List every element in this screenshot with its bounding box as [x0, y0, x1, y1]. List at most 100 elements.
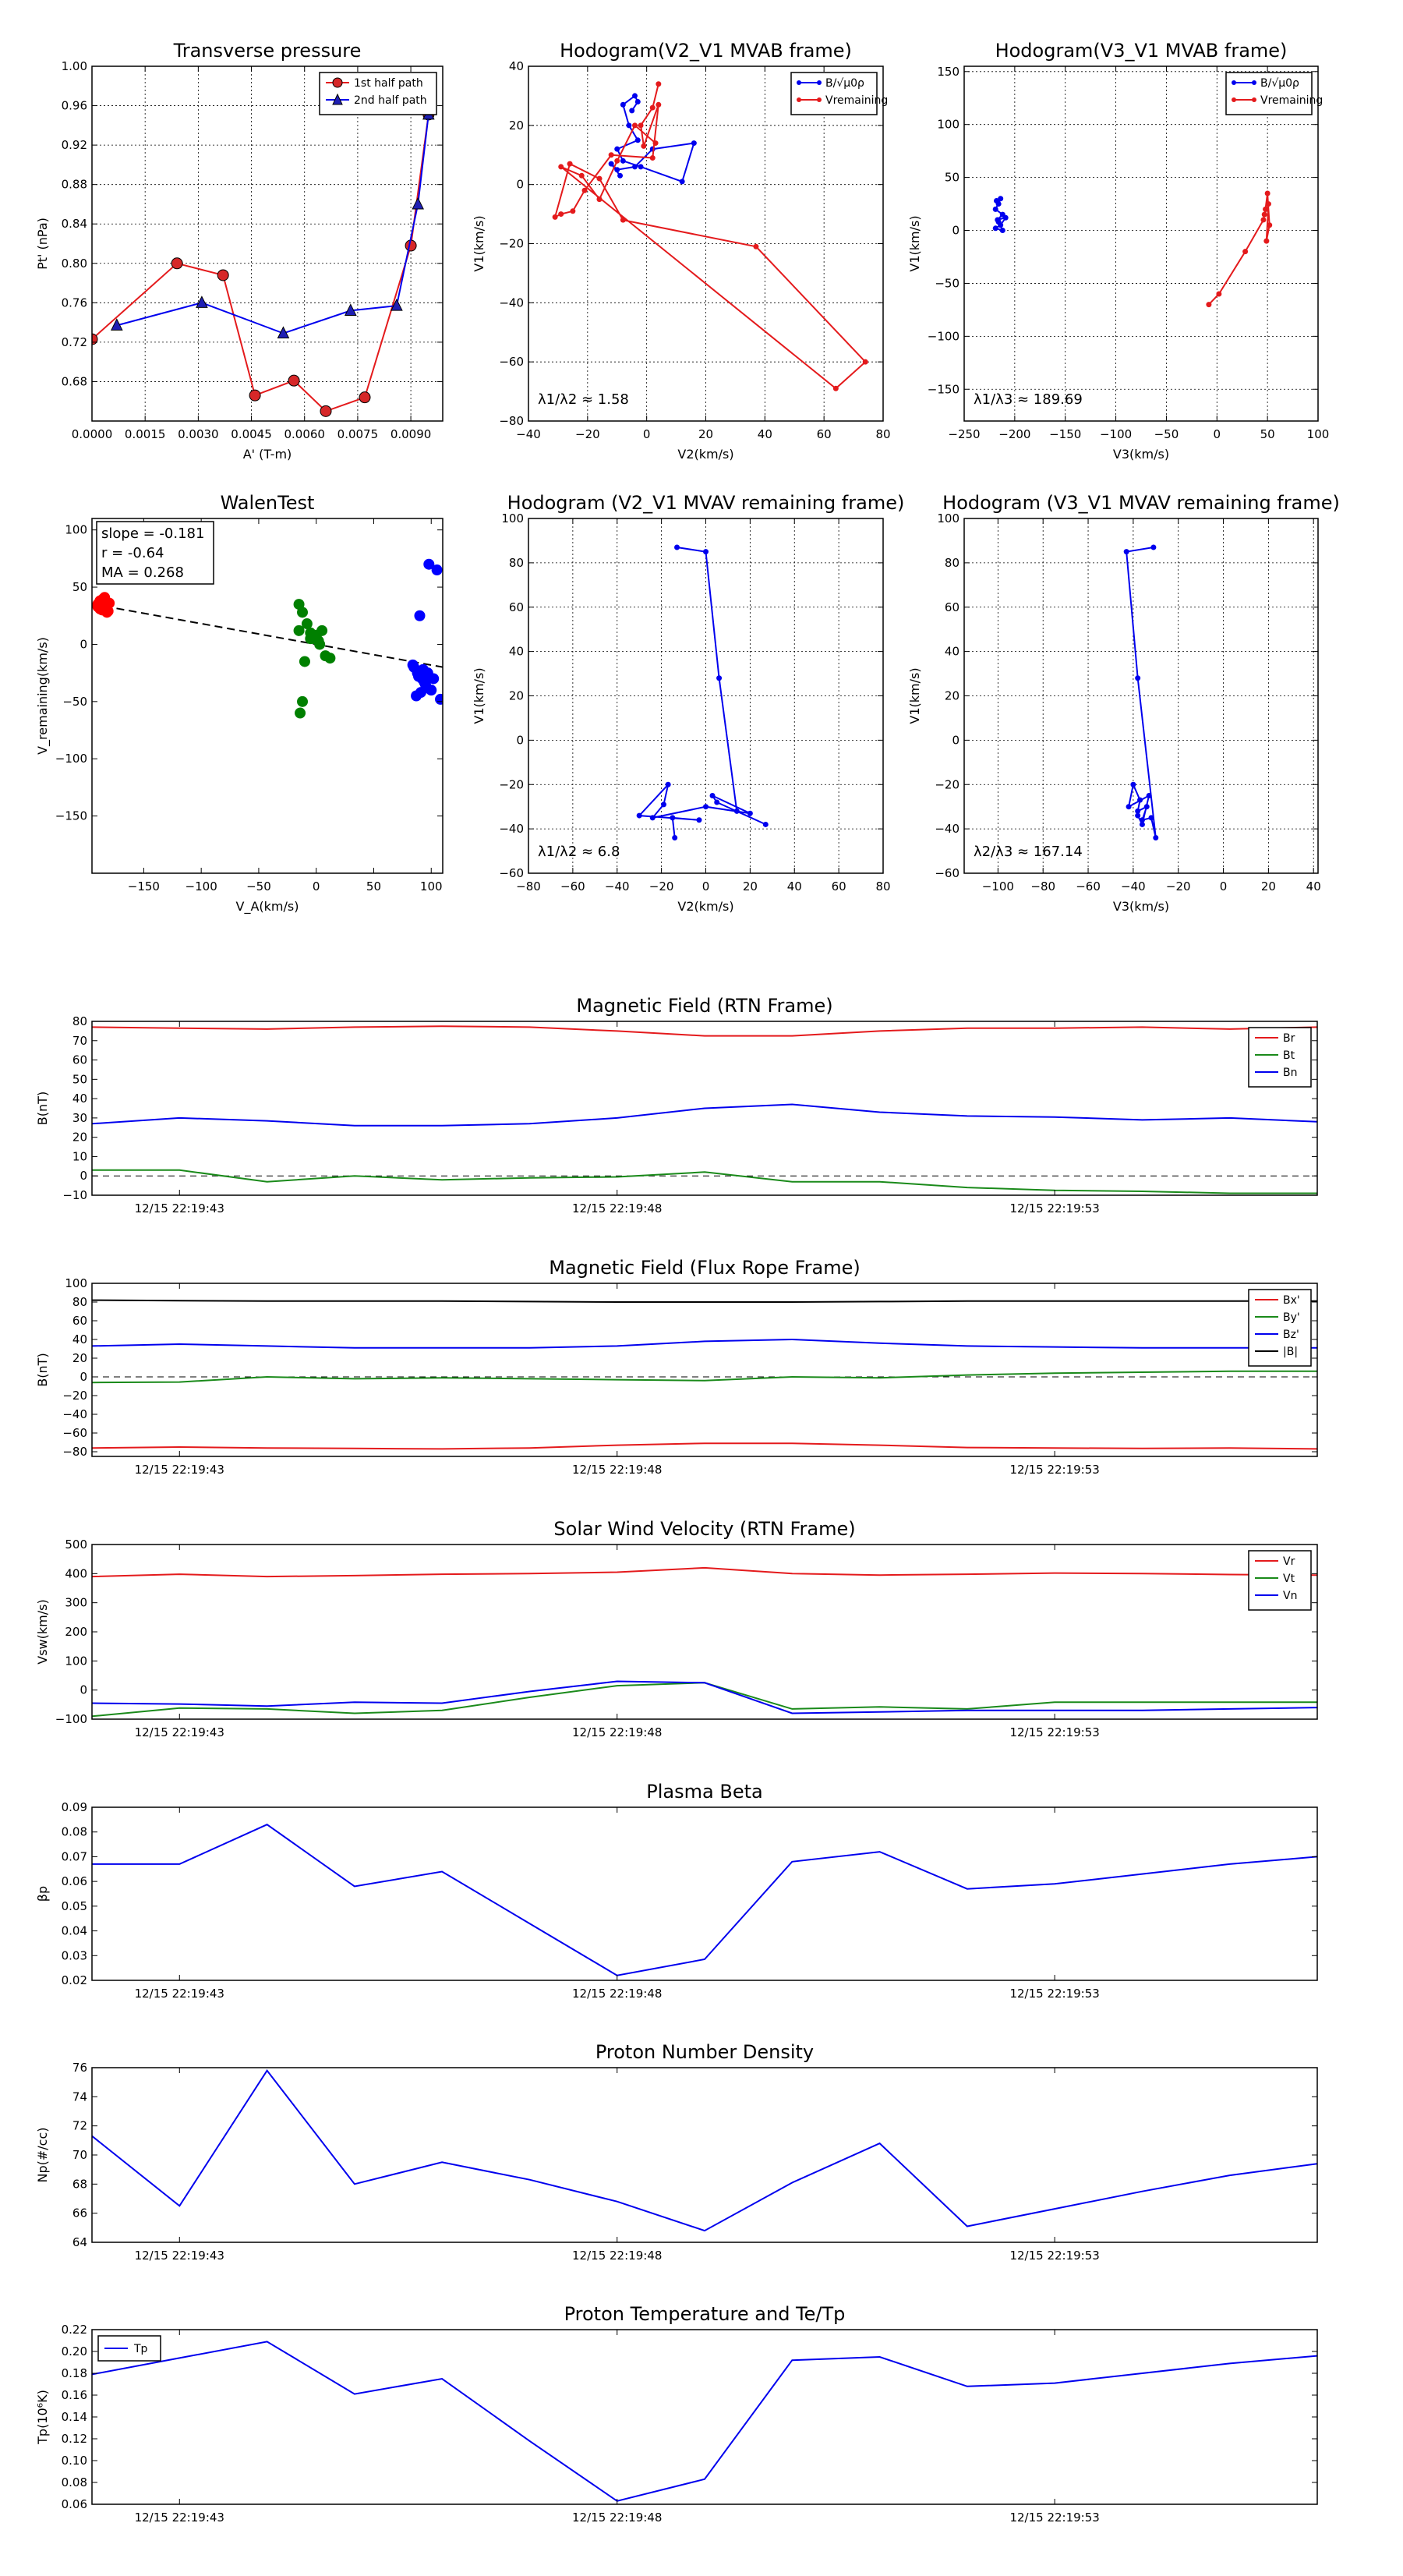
chart-vsw: 12/15 22:19:43 12/15 22:19:48 12/15 22:19:…: [35, 1518, 1318, 1739]
chart-title: Solar Wind Velocity (RTN Frame): [553, 1518, 855, 1540]
y-tick-label: −60: [499, 355, 524, 369]
scatter-point: [422, 667, 433, 679]
x-tick-label: −40: [516, 427, 541, 441]
series-line-vn: [92, 1680, 1317, 1714]
data-marker: [1263, 206, 1269, 212]
x-tick-label: −250: [948, 427, 980, 441]
y-tick-label: 30: [72, 1111, 87, 1125]
chart-title: Plasma Beta: [646, 1781, 762, 1803]
x-tick-label: −40: [605, 879, 630, 893]
x-tick-label: 60: [832, 879, 846, 893]
x-tick-label: 12/15 22:19:53: [1009, 2249, 1099, 2263]
data-marker: [703, 804, 709, 810]
x-axis-label: V2(km/s): [677, 899, 733, 914]
y-axis-label: B(nT): [35, 1092, 50, 1125]
y-tick-label: 0.10: [62, 2454, 87, 2468]
y-tick-label: 0: [80, 1370, 87, 1384]
x-tick-label: 12/15 22:19:43: [135, 1987, 224, 2001]
y-tick-label: 400: [65, 1566, 87, 1580]
y-tick-label: 0.72: [62, 335, 87, 349]
y-tick-label: −20: [499, 777, 524, 791]
chart-tp: 12/15 22:19:43 12/15 22:19:48 12/15 22:19:…: [35, 2303, 1318, 2525]
data-marker: [620, 157, 626, 164]
data-marker: [1242, 249, 1249, 255]
data-marker: [1123, 549, 1129, 555]
data-marker: [614, 157, 620, 164]
chart-title: Proton Temperature and Te/Tp: [564, 2303, 846, 2325]
data-marker: [217, 269, 229, 281]
plot-area-beta: [92, 1824, 1317, 1976]
stats-line: MA = 0.268: [101, 564, 184, 581]
y-tick-label: 0.88: [62, 178, 87, 192]
x-tick-label: 12/15 22:19:48: [572, 1463, 662, 1477]
plot-area-hodo2: [992, 190, 1273, 308]
figure-svg: 0.0000 0.0015 0.0030 0.0045 0.0060 0.0075 0.00…: [35, 40, 1340, 2525]
chart-np: 12/15 22:19:43 12/15 22:19:48 12/15 22:19:…: [35, 2041, 1318, 2263]
data-marker: [1146, 792, 1152, 798]
y-tick-label: −150: [928, 382, 959, 396]
series-line-1sthalfpath: [92, 114, 429, 412]
scatter-point: [297, 695, 308, 707]
data-marker: [1143, 804, 1150, 810]
y-tick-label: −100: [928, 329, 959, 343]
legend-marker: [1252, 97, 1256, 102]
legend-marker: [1252, 80, 1256, 85]
y-tick-label: 300: [65, 1596, 87, 1610]
scatter-point: [295, 707, 306, 719]
y-tick-label: 0.06: [62, 2497, 87, 2511]
x-tick-label: −20: [649, 879, 674, 893]
x-tick-label: 12/15 22:19:53: [1009, 1201, 1099, 1215]
stats-line: r = -0.64: [101, 545, 164, 561]
data-marker: [1137, 797, 1143, 803]
x-tick-label: −50: [246, 879, 271, 893]
x-tick-label: 12/15 22:19:53: [1009, 1463, 1099, 1477]
scatter-point: [314, 639, 326, 650]
series-line-0: [92, 2068, 1317, 2232]
plot-area-hodo3: [636, 544, 769, 840]
legend-box: [1248, 1027, 1312, 1088]
y-tick-label: 68: [72, 2177, 87, 2191]
data-marker: [570, 208, 576, 214]
y-axis-label: V1(km/s): [472, 667, 486, 724]
legend-label: Tp: [133, 2343, 148, 2355]
data-marker: [641, 143, 647, 149]
y-tick-label: −40: [499, 822, 524, 836]
data-marker: [171, 257, 183, 270]
y-tick-label: 150: [937, 65, 959, 79]
legend-label: Bx': [1283, 1294, 1300, 1307]
y-tick-label: 0: [80, 637, 87, 651]
data-marker: [638, 122, 644, 129]
data-marker: [629, 108, 635, 114]
y-tick-label: 66: [72, 2206, 87, 2220]
scatter-point: [431, 564, 443, 576]
chart-hodo1: −40 −20 0 20 40 60 80 −80 −60 −40 −20 0 20 40 Hodogram…: [472, 40, 891, 462]
y-tick-label: 0.08: [62, 1825, 87, 1839]
data-marker: [665, 781, 671, 787]
x-axis-label: V_A(km/s): [236, 899, 299, 915]
chart-bfield_rtn: 12/15 22:19:43 12/15 22:19:48 12/15 22:19:…: [35, 995, 1318, 1215]
data-marker: [832, 385, 839, 391]
data-marker: [1150, 544, 1157, 550]
x-tick-label: 0: [643, 427, 651, 441]
y-tick-label: 76: [72, 2061, 87, 2075]
plot-area-np: [92, 2068, 1317, 2232]
plot-area-hodo1: [552, 81, 868, 391]
data-marker: [992, 225, 998, 232]
chart-bfield_fr: 12/15 22:19:43 12/15 22:19:48 12/15 22:19:…: [35, 1257, 1318, 1477]
x-tick-label: −200: [998, 427, 1030, 441]
y-axis-label: V1(km/s): [907, 215, 922, 271]
data-marker: [634, 99, 641, 104]
x-tick-label: −100: [1100, 427, 1132, 441]
x-tick-label: 50: [1260, 427, 1275, 441]
x-tick-label: −150: [1049, 427, 1081, 441]
series-line-b: [92, 1299, 1317, 1303]
data-marker: [649, 104, 656, 111]
x-tick-label: 0.0075: [337, 427, 379, 441]
scatter-point: [324, 653, 336, 664]
scatter-point: [297, 607, 308, 618]
y-tick-label: 40: [945, 645, 959, 659]
x-tick-label: 0.0045: [231, 427, 272, 441]
chart-title: Hodogram (V2_V1 MVAV remaining frame): [507, 492, 905, 514]
data-marker: [249, 389, 261, 402]
data-marker: [674, 544, 680, 550]
